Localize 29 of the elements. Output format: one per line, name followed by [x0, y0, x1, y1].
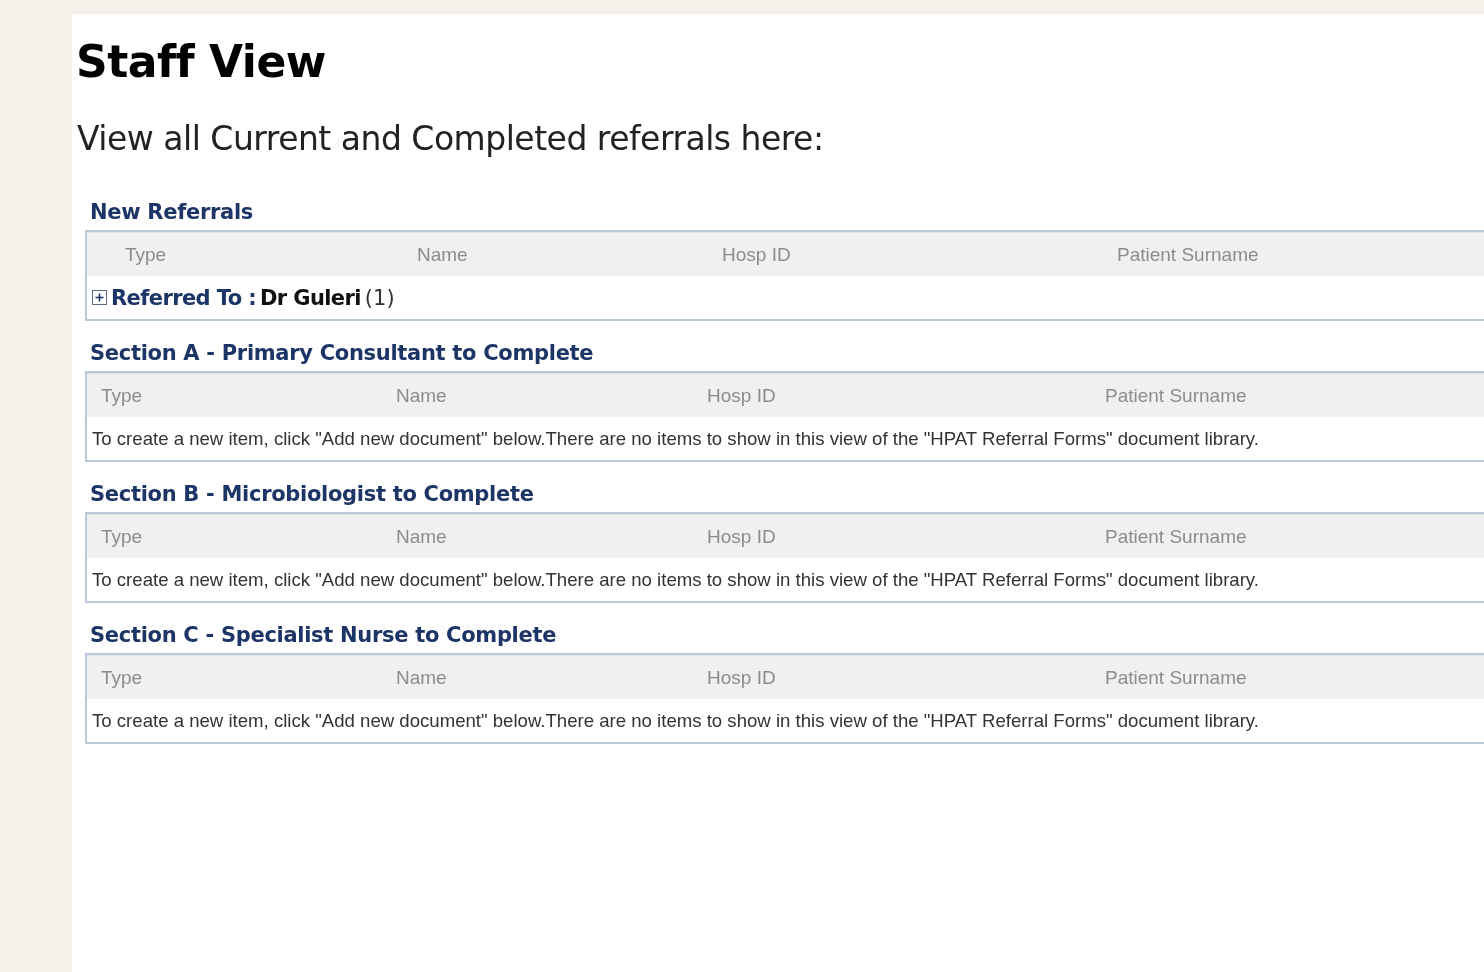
column-header[interactable]: Patient Surname	[1117, 243, 1484, 266]
page-title: Staff View	[75, 35, 326, 87]
column-header[interactable]: Name	[396, 666, 707, 689]
column-header[interactable]: Patient Surname	[1105, 384, 1484, 407]
column-header[interactable]: Name	[396, 525, 707, 548]
section-title: New Referrals	[90, 200, 253, 224]
expand-icon[interactable]	[92, 290, 107, 305]
column-header[interactable]: Name	[396, 384, 707, 407]
empty-message: To create a new item, click "Add new document" below.There are no items to show in this view of the "HPAT Referral Forms" document library.	[92, 427, 1259, 450]
column-header[interactable]: Hosp ID	[707, 666, 1105, 689]
column-header[interactable]: Type	[101, 525, 396, 548]
column-header[interactable]: Type	[101, 666, 396, 689]
section-title: Section C - Specialist Nurse to Complete	[90, 623, 557, 647]
column-header[interactable]: Type	[125, 243, 417, 266]
group-label: Referred To :	[111, 285, 256, 310]
empty-message: To create a new item, click "Add new document" below.There are no items to show in this view of the "HPAT Referral Forms" document library.	[92, 709, 1259, 732]
column-header[interactable]: Hosp ID	[707, 384, 1105, 407]
column-header[interactable]: Name	[417, 243, 722, 266]
column-header[interactable]: Patient Surname	[1105, 525, 1484, 548]
section-title: Section B - Microbiologist to Complete	[90, 482, 534, 506]
group-count: (1)	[364, 285, 395, 310]
column-header[interactable]: Hosp ID	[722, 243, 1117, 266]
section-title: Section A - Primary Consultant to Complete	[90, 341, 594, 365]
column-header[interactable]: Type	[101, 384, 396, 407]
empty-message: To create a new item, click "Add new document" below.There are no items to show in this view of the "HPAT Referral Forms" document library.	[92, 568, 1259, 591]
group-value[interactable]: Dr Guleri	[259, 285, 361, 310]
column-header[interactable]: Hosp ID	[707, 525, 1105, 548]
page-subtitle: View all Current and Completed referrals here:	[77, 119, 824, 158]
column-header[interactable]: Patient Surname	[1105, 666, 1484, 689]
